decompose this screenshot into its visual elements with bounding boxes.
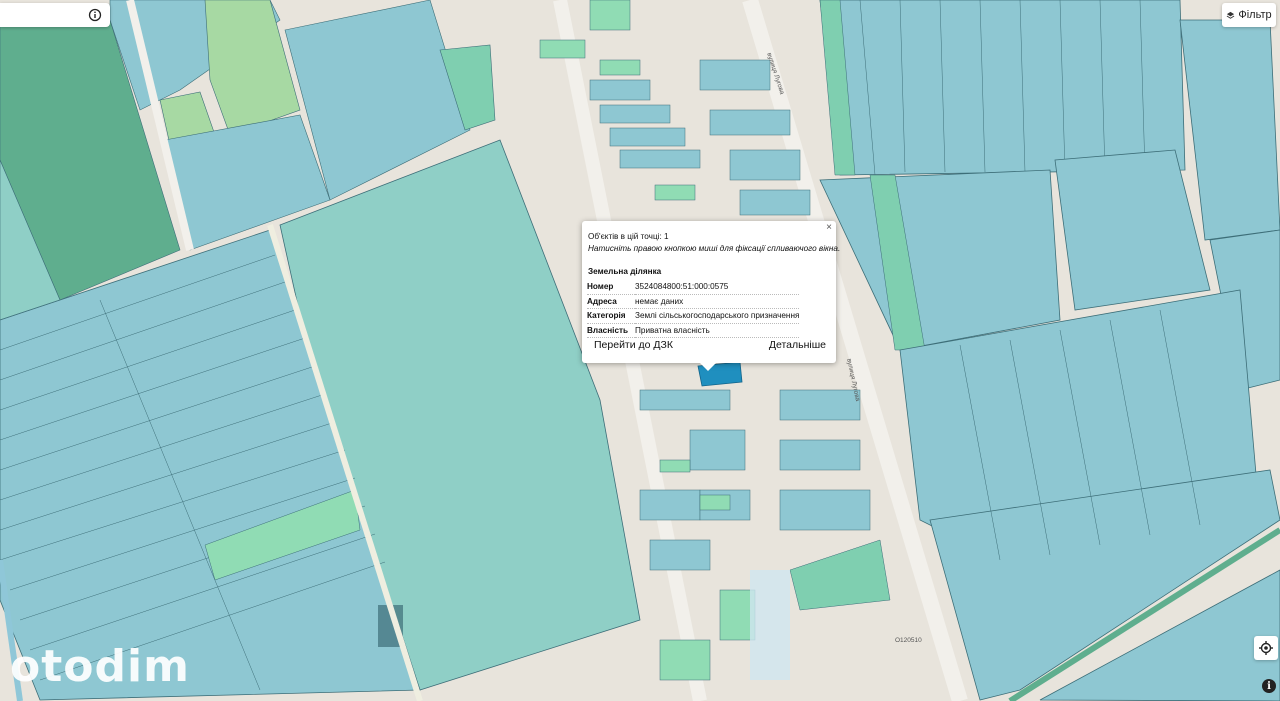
layers-icon [1227,11,1235,19]
row-key: Категорія [587,308,635,324]
row-key: Адреса [587,294,635,309]
popup-hint: Натисніть правою кнопкою миші для фіксац… [588,244,841,253]
table-row: Номер 3524084800:51:000:0575 [587,280,800,295]
watermark-logo: otodim [10,641,190,692]
close-icon[interactable]: × [826,222,832,233]
search-box[interactable] [0,3,110,27]
row-value: немає даних [635,294,800,309]
table-row: Власність Приватна власність [587,323,800,338]
go-to-dzk-button[interactable]: Перейти до ДЗК [594,339,673,351]
details-button[interactable]: Детальніше [769,339,826,351]
row-key: Номер [587,280,635,295]
row-key: Власність [587,323,635,338]
popup-count: Об'єктів в цій точці: 1 [588,232,669,241]
info-circle-icon[interactable] [88,8,102,22]
parcel-popup[interactable]: × Об'єктів в цій точці: 1 Натисніть прав… [582,221,840,371]
road-code-label: О120510 [895,637,922,644]
table-row: Категорія Землі сільськогосподарського пр… [587,308,800,324]
filter-label: Фільтр [1238,9,1272,21]
row-value: 3524084800:51:000:0575 [635,280,800,295]
popup-section-title: Земельна ділянка [588,267,662,276]
parcel-zone[interactable] [819,0,1186,176]
table-row: Адреса немає даних [587,294,800,309]
filter-button[interactable]: Фільтр [1222,3,1276,27]
parcel-info-table: Номер 3524084800:51:000:0575 Адреса немає … [587,280,800,338]
search-input[interactable] [0,3,92,27]
row-value: Приватна власність [635,323,800,338]
info-icon[interactable]: i [1262,679,1276,693]
locate-icon [1259,641,1273,655]
row-value: Землі сільськогосподарського призначення [635,308,800,324]
locate-button[interactable] [1254,636,1278,660]
